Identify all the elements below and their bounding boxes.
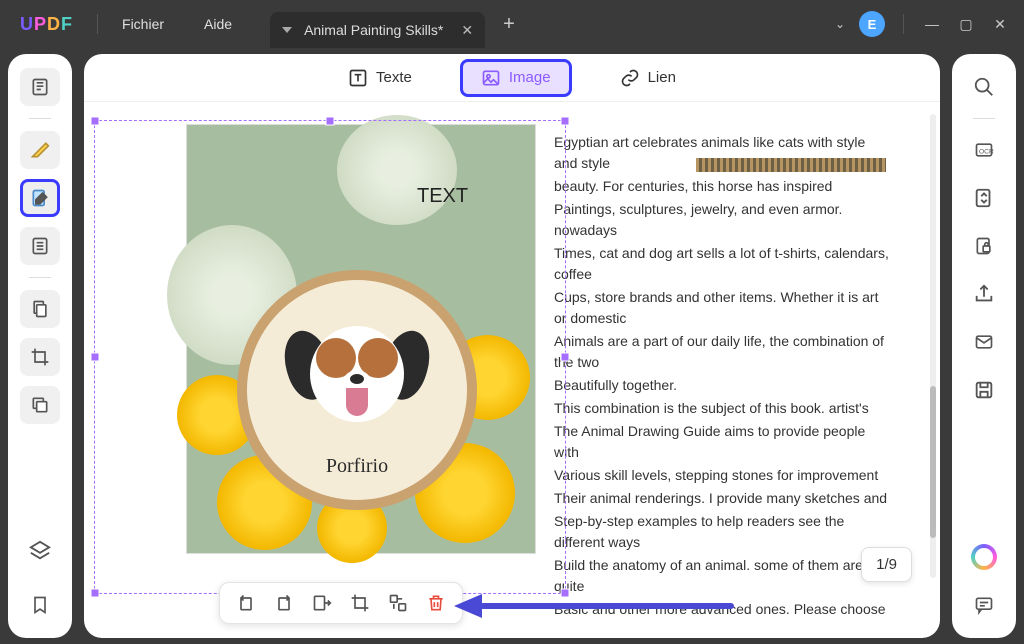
text-overlay[interactable]: TEXT xyxy=(417,185,468,208)
page-tools[interactable] xyxy=(20,290,60,328)
edit-text-tab[interactable]: Texte xyxy=(330,62,430,94)
svg-text:OCR: OCR xyxy=(979,148,994,155)
titlebar: UPDF Fichier Aide Animal Painting Skills… xyxy=(0,0,1024,48)
close-window-button[interactable]: ✕ xyxy=(990,16,1010,33)
delete-button[interactable] xyxy=(426,593,446,613)
menu-help[interactable]: Aide xyxy=(184,16,252,32)
edit-link-label: Lien xyxy=(648,69,676,86)
edit-image-label: Image xyxy=(509,69,551,86)
dog-illustration xyxy=(292,326,422,436)
close-tab-icon[interactable]: ✕ xyxy=(461,22,473,39)
ocr-icon[interactable]: OCR xyxy=(964,131,1004,169)
reader-tool[interactable] xyxy=(20,68,60,106)
organize-tool[interactable] xyxy=(20,227,60,265)
notes-panel-icon[interactable] xyxy=(964,586,1004,624)
replace-button[interactable] xyxy=(388,593,408,613)
extract-button[interactable] xyxy=(312,593,332,613)
annotation-arrow xyxy=(454,594,734,618)
scrollbar-thumb[interactable] xyxy=(930,386,936,538)
titlebar-right: ⌄ E — ▢ ✕ xyxy=(835,11,1024,37)
watermark-tool[interactable] xyxy=(20,386,60,424)
email-icon[interactable] xyxy=(964,323,1004,361)
new-tab-button[interactable]: + xyxy=(485,13,533,36)
separator xyxy=(903,14,904,34)
app-logo: UPDF xyxy=(0,14,93,35)
save-icon[interactable] xyxy=(964,371,1004,409)
edit-tool[interactable] xyxy=(20,179,60,217)
layers-icon[interactable] xyxy=(20,532,60,570)
right-sidebar: OCR xyxy=(952,54,1016,638)
decorative-strip xyxy=(696,158,886,172)
edit-image-tab[interactable]: Image xyxy=(460,59,572,97)
protect-icon[interactable] xyxy=(964,227,1004,265)
embroidery-hoop: Porfirio xyxy=(237,270,477,510)
signature-text: Porfirio xyxy=(326,455,388,478)
document-tab[interactable]: Animal Painting Skills* ✕ xyxy=(270,12,485,48)
rotate-left-button[interactable] xyxy=(236,593,256,613)
crop-tool[interactable] xyxy=(20,338,60,376)
embedded-image[interactable]: Porfirio TEXT xyxy=(186,124,536,554)
share-icon[interactable] xyxy=(964,275,1004,313)
edit-text-label: Texte xyxy=(376,69,412,86)
crop-image-button[interactable] xyxy=(350,593,370,613)
edit-mode-tabs: Texte Image Lien xyxy=(84,54,940,102)
separator xyxy=(97,14,98,34)
ai-icon[interactable] xyxy=(971,544,997,570)
document-page[interactable]: Porfirio TEXT Egyptian art celebrates an… xyxy=(96,108,926,624)
document-text[interactable]: Egyptian art celebrates animals like cat… xyxy=(554,118,892,624)
page-counter[interactable]: 1/9 xyxy=(861,547,912,582)
chevron-down-icon[interactable]: ⌄ xyxy=(835,17,845,31)
menu-file[interactable]: Fichier xyxy=(102,16,184,32)
minimize-button[interactable]: — xyxy=(922,16,942,32)
left-sidebar xyxy=(8,54,72,638)
convert-icon[interactable] xyxy=(964,179,1004,217)
bookmark-icon[interactable] xyxy=(20,586,60,624)
tab-title: Animal Painting Skills* xyxy=(304,22,443,38)
canvas-area: Texte Image Lien xyxy=(84,54,940,638)
rotate-right-button[interactable] xyxy=(274,593,294,613)
workspace: OCR Texte Image Lien xyxy=(0,48,1024,644)
search-icon[interactable] xyxy=(964,68,1004,106)
tab-dropdown-icon[interactable] xyxy=(282,27,292,33)
avatar[interactable]: E xyxy=(859,11,885,37)
edit-link-tab[interactable]: Lien xyxy=(602,62,694,94)
image-edit-toolbar xyxy=(219,582,463,624)
comment-tool[interactable] xyxy=(20,131,60,169)
maximize-button[interactable]: ▢ xyxy=(956,16,976,33)
